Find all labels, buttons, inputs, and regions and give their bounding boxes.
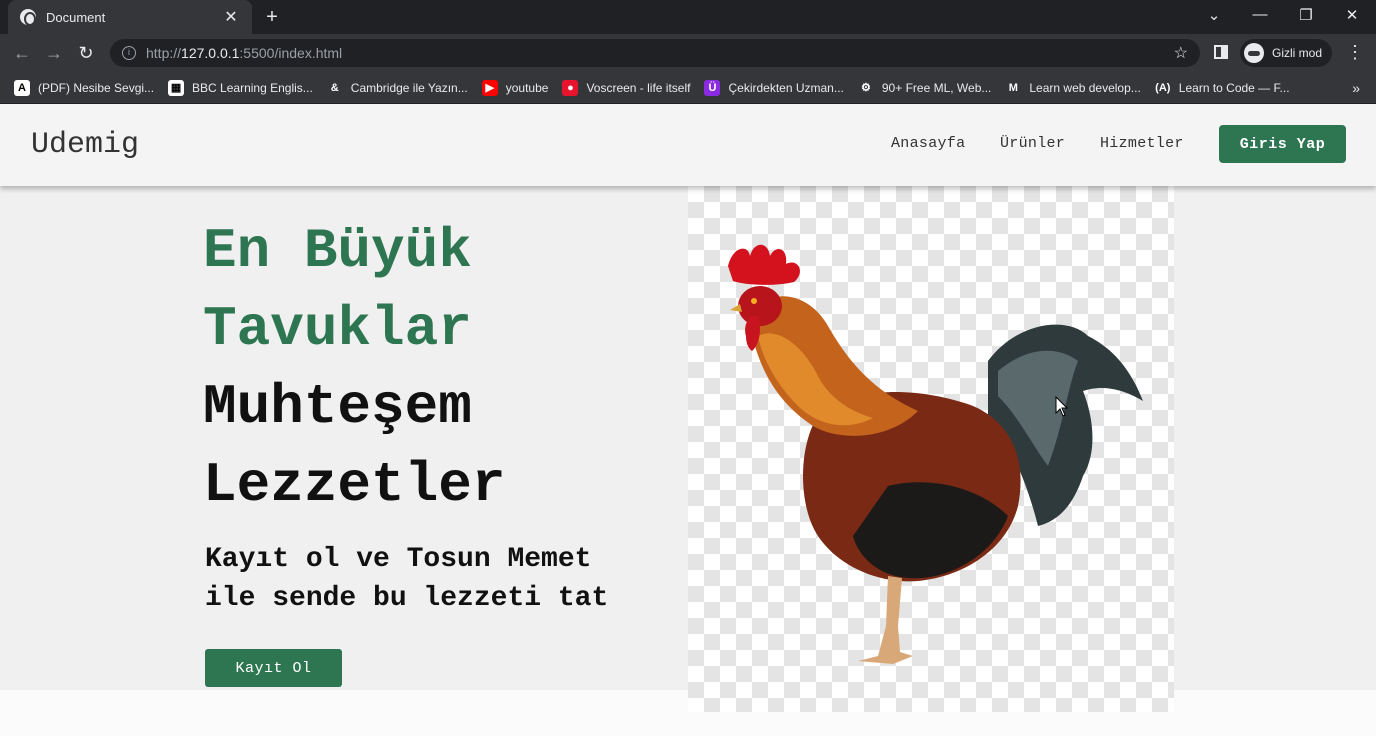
browser-toolbar: ← → ↻ i http:// 127.0.0.1 :5500/index.ht… bbox=[0, 34, 1376, 72]
reload-icon[interactable]: ↻ bbox=[70, 43, 102, 64]
bookmark-label: Çekirdekten Uzman... bbox=[728, 80, 844, 95]
bookmark-label: (PDF) Nesibe Sevgi... bbox=[38, 80, 155, 95]
ml-icon: ⚙ bbox=[857, 79, 874, 96]
incognito-profile-button[interactable]: Gizli mod bbox=[1240, 39, 1333, 67]
login-button[interactable]: Giris Yap bbox=[1219, 125, 1346, 163]
bookmark-label: Cambridge ile Yazın... bbox=[350, 80, 468, 95]
url-path: :5500/index.html bbox=[239, 45, 343, 61]
bookmark-label: BBC Learning Englis... bbox=[192, 80, 313, 95]
bookmark-label: Voscreen - life itself bbox=[586, 80, 691, 95]
incognito-icon bbox=[1244, 43, 1264, 63]
voscreen-icon: ● bbox=[562, 79, 579, 96]
cambridge-icon: & bbox=[326, 79, 343, 96]
cekirdek-icon: Ü bbox=[704, 79, 721, 96]
info-icon[interactable]: i bbox=[122, 46, 136, 60]
url-host: 127.0.0.1 bbox=[181, 45, 240, 61]
rooster-image bbox=[688, 186, 1174, 712]
hero-title-line4: Lezzetler bbox=[203, 453, 506, 517]
bookmarks-bar: A (PDF) Nesibe Sevgi... ▦ BBC Learning Engl… bbox=[0, 72, 1376, 104]
bookmark-item[interactable]: ▦ BBC Learning Englis... bbox=[168, 79, 313, 96]
nav-link-hizmetler[interactable]: Hizmetler bbox=[1100, 135, 1184, 152]
nav-link-urunler[interactable]: Ürünler bbox=[1000, 135, 1065, 152]
bookmark-item[interactable]: ▶ youtube bbox=[481, 79, 549, 96]
bookmark-label: Learn to Code — F... bbox=[1178, 80, 1290, 95]
restore-icon[interactable]: ❐ bbox=[1296, 6, 1316, 24]
side-panel-icon[interactable] bbox=[1214, 45, 1228, 59]
mouse-cursor-icon bbox=[1055, 396, 1069, 417]
url-prefix: http:// bbox=[146, 45, 182, 61]
tab-search-icon[interactable]: ⌄ bbox=[1204, 6, 1224, 24]
new-tab-icon[interactable]: + bbox=[262, 6, 282, 29]
address-bar[interactable]: i http:// 127.0.0.1 :5500/index.html ☆ bbox=[110, 39, 1200, 67]
rooster-illustration bbox=[728, 244, 1143, 664]
hero-subtitle: Kayıt ol ve Tosun Memet ile sende bu lez… bbox=[205, 540, 608, 618]
bookmark-label: youtube bbox=[505, 80, 549, 95]
close-window-icon[interactable]: ✕ bbox=[1342, 6, 1362, 24]
close-tab-icon[interactable]: ✕ bbox=[222, 7, 240, 27]
bookmark-item[interactable]: A (PDF) Nesibe Sevgi... bbox=[14, 79, 155, 96]
bookmark-item[interactable]: ⚙ 90+ Free ML, Web... bbox=[857, 79, 992, 96]
tab-title: Document bbox=[46, 9, 106, 25]
web-page: Udemig Anasayfa Ürünler Hizmetler Giris … bbox=[0, 104, 1376, 736]
back-icon[interactable]: ← bbox=[6, 43, 38, 64]
hero-subtitle-line2: ile sende bu lezzeti tat bbox=[205, 583, 609, 614]
globe-icon bbox=[20, 9, 36, 26]
bookmark-label: 90+ Free ML, Web... bbox=[881, 80, 992, 95]
signup-button[interactable]: Kayıt Ol bbox=[205, 649, 342, 687]
hero-title-line1: En Büyük bbox=[203, 219, 472, 283]
bookmark-item[interactable]: Ü Çekirdekten Uzman... bbox=[704, 79, 844, 96]
site-navbar: Udemig Anasayfa Ürünler Hizmetler Giris … bbox=[0, 104, 1376, 186]
bbc-icon: ▦ bbox=[168, 79, 185, 96]
bookmark-item[interactable]: M Learn web develop... bbox=[1005, 79, 1141, 96]
bookmark-item[interactable]: ● Voscreen - life itself bbox=[562, 79, 691, 96]
hero-title-line3: Muhteşem bbox=[203, 375, 472, 439]
youtube-icon: ▶ bbox=[481, 79, 498, 96]
nav-link-anasayfa[interactable]: Anasayfa bbox=[891, 135, 965, 152]
minimize-icon[interactable]: — bbox=[1250, 6, 1270, 23]
freecodecamp-icon: (A) bbox=[1154, 79, 1171, 96]
menu-kebab-icon[interactable]: ⋮ bbox=[1346, 42, 1364, 63]
mdn-icon: M bbox=[1005, 79, 1022, 96]
profile-label: Gizli mod bbox=[1272, 46, 1323, 60]
browser-tab[interactable]: Document ✕ bbox=[8, 0, 252, 34]
bookmark-label: Learn web develop... bbox=[1029, 80, 1141, 95]
site-logo[interactable]: Udemig bbox=[31, 128, 139, 162]
forward-icon[interactable]: → bbox=[38, 43, 70, 64]
more-bookmarks-icon[interactable]: » bbox=[1352, 80, 1360, 96]
browser-titlebar: Document ✕ + ⌄ — ❐ ✕ bbox=[0, 0, 1376, 34]
bookmark-item[interactable]: & Cambridge ile Yazın... bbox=[326, 79, 468, 96]
academia-icon: A bbox=[14, 79, 30, 96]
hero-subtitle-line1: Kayıt ol ve Tosun Memet bbox=[205, 544, 592, 575]
bookmark-star-icon[interactable]: ☆ bbox=[1174, 43, 1188, 63]
bookmark-item[interactable]: (A) Learn to Code — F... bbox=[1154, 79, 1290, 96]
hero-title-line2: Tavuklar bbox=[203, 297, 472, 361]
